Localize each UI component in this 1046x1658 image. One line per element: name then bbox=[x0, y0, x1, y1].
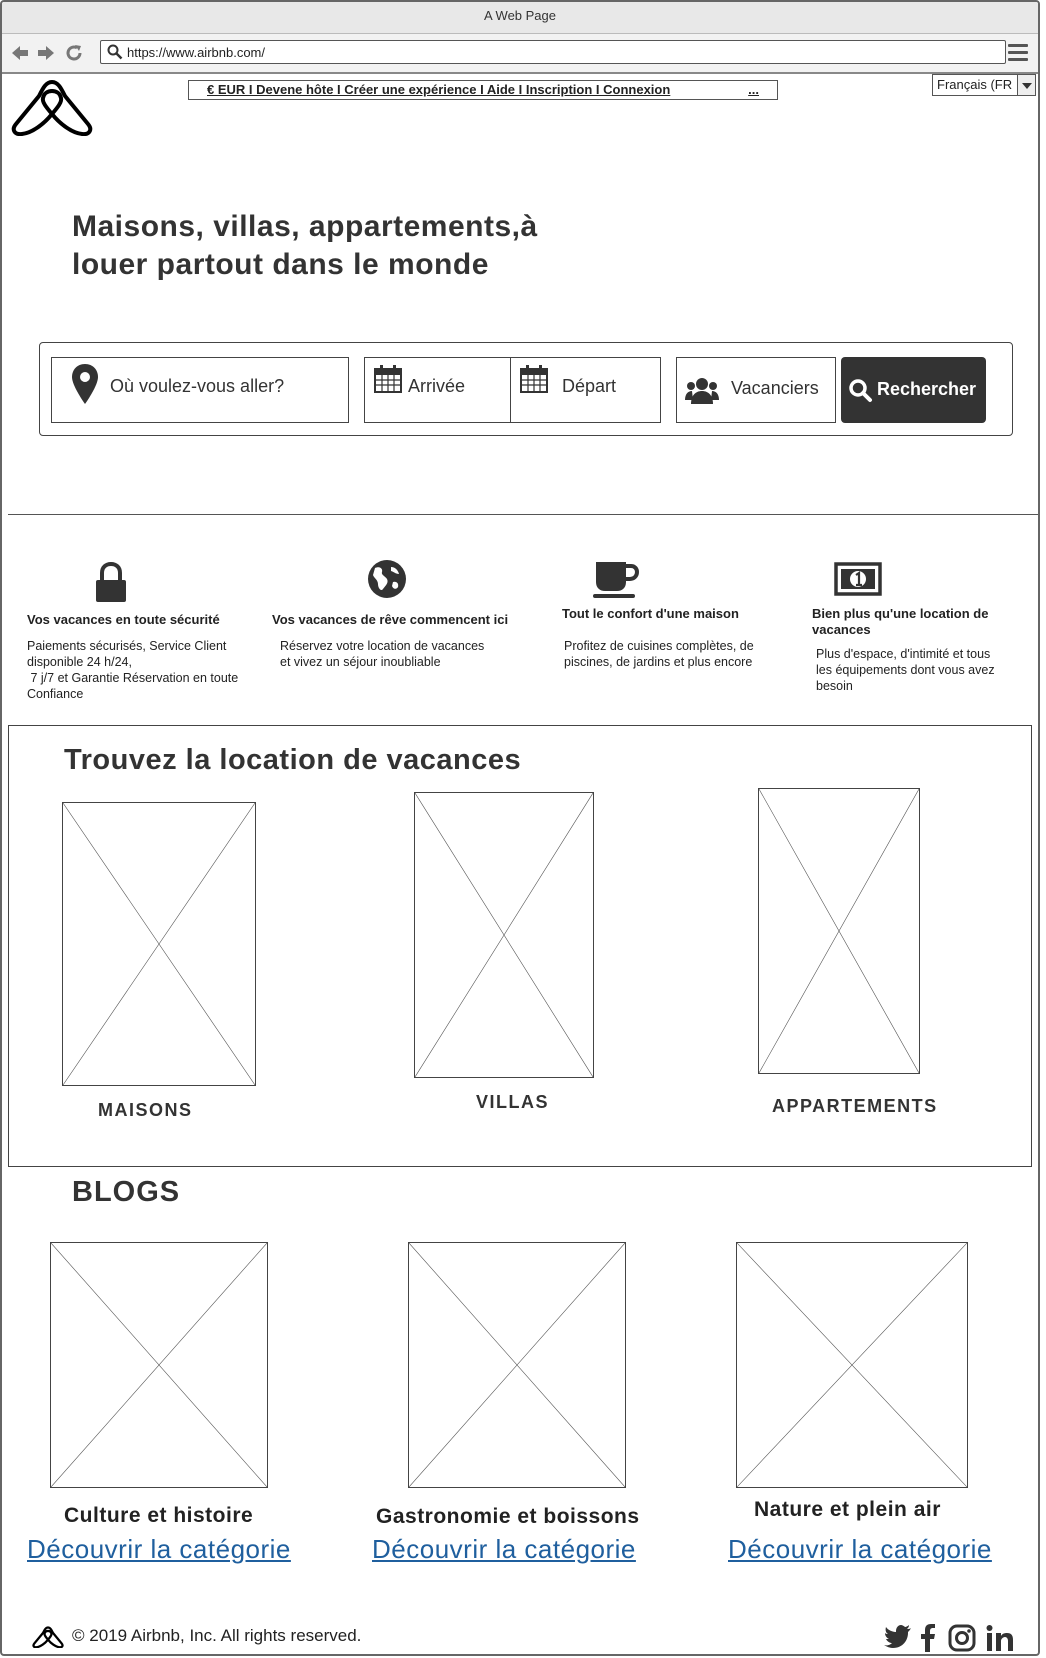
money-bill-icon bbox=[834, 562, 882, 596]
top-navigation-links[interactable]: € EUR I Devene hôte I Créer une expérien… bbox=[188, 80, 778, 100]
blog-category-link[interactable]: Découvrir la catégorie bbox=[728, 1534, 992, 1565]
copyright-text: © 2019 Airbnb, Inc. All rights reserved. bbox=[72, 1626, 362, 1645]
image-placeholder-maisons[interactable] bbox=[62, 802, 256, 1086]
users-icon bbox=[685, 378, 719, 404]
blog-caption: Nature et plein air bbox=[754, 1498, 941, 1521]
blog-category-link[interactable]: Découvrir la catégorie bbox=[372, 1534, 636, 1565]
location-caption[interactable]: VILLAS bbox=[476, 1092, 549, 1113]
locations-title: Trouvez la location de vacances bbox=[64, 744, 522, 776]
top-links-text[interactable]: € EUR I Devene hôte I Créer une expérien… bbox=[207, 82, 670, 97]
search-button[interactable]: Rechercher bbox=[841, 357, 986, 423]
blog-image-placeholder[interactable] bbox=[408, 1242, 626, 1488]
calendar-icon bbox=[520, 365, 548, 393]
location-caption[interactable]: APPARTEMENTS bbox=[772, 1096, 938, 1117]
feature-text: Profitez de cuisines complètes, de pisci… bbox=[564, 639, 754, 669]
calendar-icon bbox=[374, 365, 402, 393]
departure-date-input[interactable]: Départ bbox=[510, 357, 661, 423]
image-placeholder-villas[interactable] bbox=[414, 792, 594, 1078]
coffee-cup-icon bbox=[593, 562, 640, 598]
forward-arrow-icon[interactable] bbox=[36, 43, 56, 63]
feature-title: Vos vacances de rêve commencent ici bbox=[272, 612, 509, 627]
address-bar[interactable]: https://www.airbnb.com/ bbox=[100, 40, 1006, 64]
arrival-label: Arrivée bbox=[408, 376, 466, 396]
map-pin-icon bbox=[72, 364, 98, 404]
feature-title: Bien plus qu'une location de vacances bbox=[812, 606, 989, 637]
window-title: A Web Page bbox=[2, 2, 1038, 34]
url-text: https://www.airbnb.com/ bbox=[127, 45, 265, 60]
reload-icon[interactable] bbox=[64, 43, 84, 63]
feature-text: Réservez votre location de vacances et v… bbox=[280, 639, 485, 669]
section-divider bbox=[8, 514, 1038, 515]
hamburger-menu-icon[interactable] bbox=[1008, 44, 1028, 62]
twitter-icon[interactable] bbox=[884, 1624, 912, 1650]
blog-image-placeholder[interactable] bbox=[50, 1242, 268, 1488]
hero-title-line1: Maisons, villas, appartements,à bbox=[72, 210, 538, 243]
destination-placeholder: Où voulez-vous aller? bbox=[110, 376, 285, 396]
blog-caption: Culture et histoire bbox=[64, 1504, 254, 1527]
search-button-label: Rechercher bbox=[877, 379, 977, 399]
blog-category-link[interactable]: Découvrir la catégorie bbox=[27, 1534, 291, 1565]
feature-text: Paiements sécurisés, Service Client disp… bbox=[27, 639, 239, 701]
search-form: Où voulez-vous aller? Arrivée Départ Vac… bbox=[39, 342, 1013, 436]
browser-window: A Web Page https://www.airbnb.com/ € EUR… bbox=[0, 0, 1040, 1656]
more-link[interactable]: ... bbox=[748, 81, 759, 99]
airbnb-logo[interactable] bbox=[6, 78, 98, 141]
feature-more: Bien plus qu'une location de vacances Pl… bbox=[812, 606, 1022, 694]
search-icon bbox=[849, 379, 872, 402]
destination-input[interactable]: Où voulez-vous aller? bbox=[51, 357, 349, 423]
hero-title: Maisons, villas, appartements,à louer pa… bbox=[72, 208, 672, 284]
feature-comfort: Tout le confort d'une maison Profitez de… bbox=[562, 606, 792, 670]
blogs-title: BLOGS bbox=[72, 1176, 181, 1208]
feature-text: Plus d'espace, d'intimité et tous les éq… bbox=[816, 647, 995, 693]
language-value: Français (FR bbox=[937, 77, 1013, 92]
guests-label: Vacanciers bbox=[731, 378, 819, 398]
chevron-down-icon[interactable] bbox=[1017, 75, 1035, 95]
arrival-date-input[interactable]: Arrivée bbox=[364, 357, 512, 423]
feature-title: Vos vacances en toute sécurité bbox=[27, 612, 220, 627]
feature-title: Tout le confort d'une maison bbox=[562, 606, 739, 621]
departure-label: Départ bbox=[562, 376, 617, 396]
back-arrow-icon[interactable] bbox=[10, 43, 30, 63]
facebook-icon[interactable] bbox=[920, 1624, 936, 1652]
image-placeholder-appartements[interactable] bbox=[758, 788, 920, 1074]
linkedin-icon[interactable] bbox=[986, 1624, 1014, 1652]
blog-image-placeholder[interactable] bbox=[736, 1242, 968, 1488]
instagram-icon[interactable] bbox=[948, 1624, 976, 1652]
location-caption[interactable]: MAISONS bbox=[98, 1100, 193, 1121]
blog-caption: Gastronomie et boissons bbox=[376, 1505, 640, 1528]
airbnb-logo-small[interactable] bbox=[30, 1626, 66, 1648]
browser-toolbar: https://www.airbnb.com/ bbox=[2, 34, 1038, 74]
feature-dream: Vos vacances de rêve commencent ici Rése… bbox=[272, 612, 542, 670]
globe-icon bbox=[368, 560, 406, 598]
hero-title-line2: louer partout dans le monde bbox=[72, 248, 489, 281]
guests-input[interactable]: Vacanciers bbox=[676, 357, 836, 423]
lock-icon bbox=[96, 562, 126, 602]
feature-security: Vos vacances en toute sécurité Paiements… bbox=[27, 612, 267, 702]
language-select[interactable]: Français (FR bbox=[932, 74, 1036, 96]
search-icon bbox=[107, 44, 123, 60]
